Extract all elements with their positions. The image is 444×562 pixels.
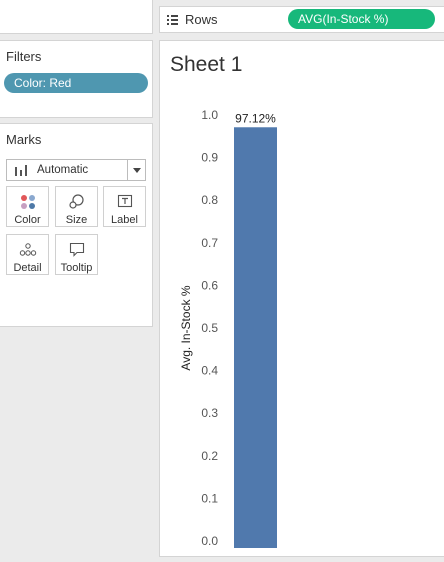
detail-dots-icon <box>7 240 48 260</box>
color-button-label: Color <box>14 214 41 226</box>
y-tick-label: 0.6 <box>201 278 218 292</box>
mark-type-label: Automatic <box>37 164 89 176</box>
rows-icon <box>167 15 178 25</box>
y-tick-label: 0.8 <box>201 193 218 207</box>
color-button[interactable]: Color <box>6 186 49 227</box>
text-label-icon <box>104 192 145 212</box>
detail-button[interactable]: Detail <box>6 234 49 275</box>
size-button-label: Size <box>65 214 88 226</box>
y-tick-label: 1.0 <box>201 108 218 122</box>
bar-chart-icon <box>15 165 31 176</box>
filters-card: Filters Color: Red <box>0 40 153 118</box>
y-tick-label: 0.0 <box>201 534 218 548</box>
y-tick-label: 0.4 <box>201 364 218 378</box>
label-button[interactable]: Label <box>103 186 146 227</box>
color-dots-icon <box>7 192 48 212</box>
bar-chart: 0.0 0.1 0.2 0.3 0.4 0.5 0.6 0.7 0.8 0.9 1.0 Avg. In… <box>179 108 277 548</box>
bar <box>234 127 277 548</box>
y-axis-label: Avg. In-Stock % <box>179 285 193 370</box>
rows-pill-avg-in-stock[interactable]: AVG(In-Stock %) <box>288 9 435 29</box>
marks-title: Marks <box>6 132 42 147</box>
filter-pill-color[interactable]: Color: Red <box>4 73 148 93</box>
tooltip-icon <box>56 240 97 260</box>
size-button[interactable]: Size <box>55 186 98 227</box>
chevron-down-icon[interactable] <box>127 160 145 180</box>
bar-data-label: 97.12% <box>235 111 276 125</box>
sheet-view: Sheet 1 0.0 0.1 0.2 0.3 0.4 0.5 0.6 0.7 0.8 0.9 1.… <box>159 40 444 557</box>
marks-card: Marks Automatic Color Size Label Detail … <box>0 123 153 327</box>
pages-shelf <box>0 0 153 34</box>
tooltip-button-label: Tooltip <box>60 262 93 274</box>
detail-button-label: Detail <box>13 262 42 274</box>
rows-shelf: Rows <box>159 6 286 33</box>
filters-title: Filters <box>6 49 42 64</box>
y-tick-label: 0.1 <box>201 491 218 505</box>
y-tick-label: 0.9 <box>201 151 218 165</box>
y-tick-label: 0.7 <box>201 236 218 250</box>
mark-type-dropdown[interactable]: Automatic <box>6 159 146 181</box>
y-tick-label: 0.2 <box>201 449 218 463</box>
y-tick-label: 0.3 <box>201 406 218 420</box>
y-tick-label: 0.5 <box>201 321 218 335</box>
tooltip-button[interactable]: Tooltip <box>55 234 98 275</box>
label-button-label: Label <box>111 214 138 226</box>
rows-label: Rows <box>185 12 218 27</box>
size-icon <box>56 192 97 212</box>
